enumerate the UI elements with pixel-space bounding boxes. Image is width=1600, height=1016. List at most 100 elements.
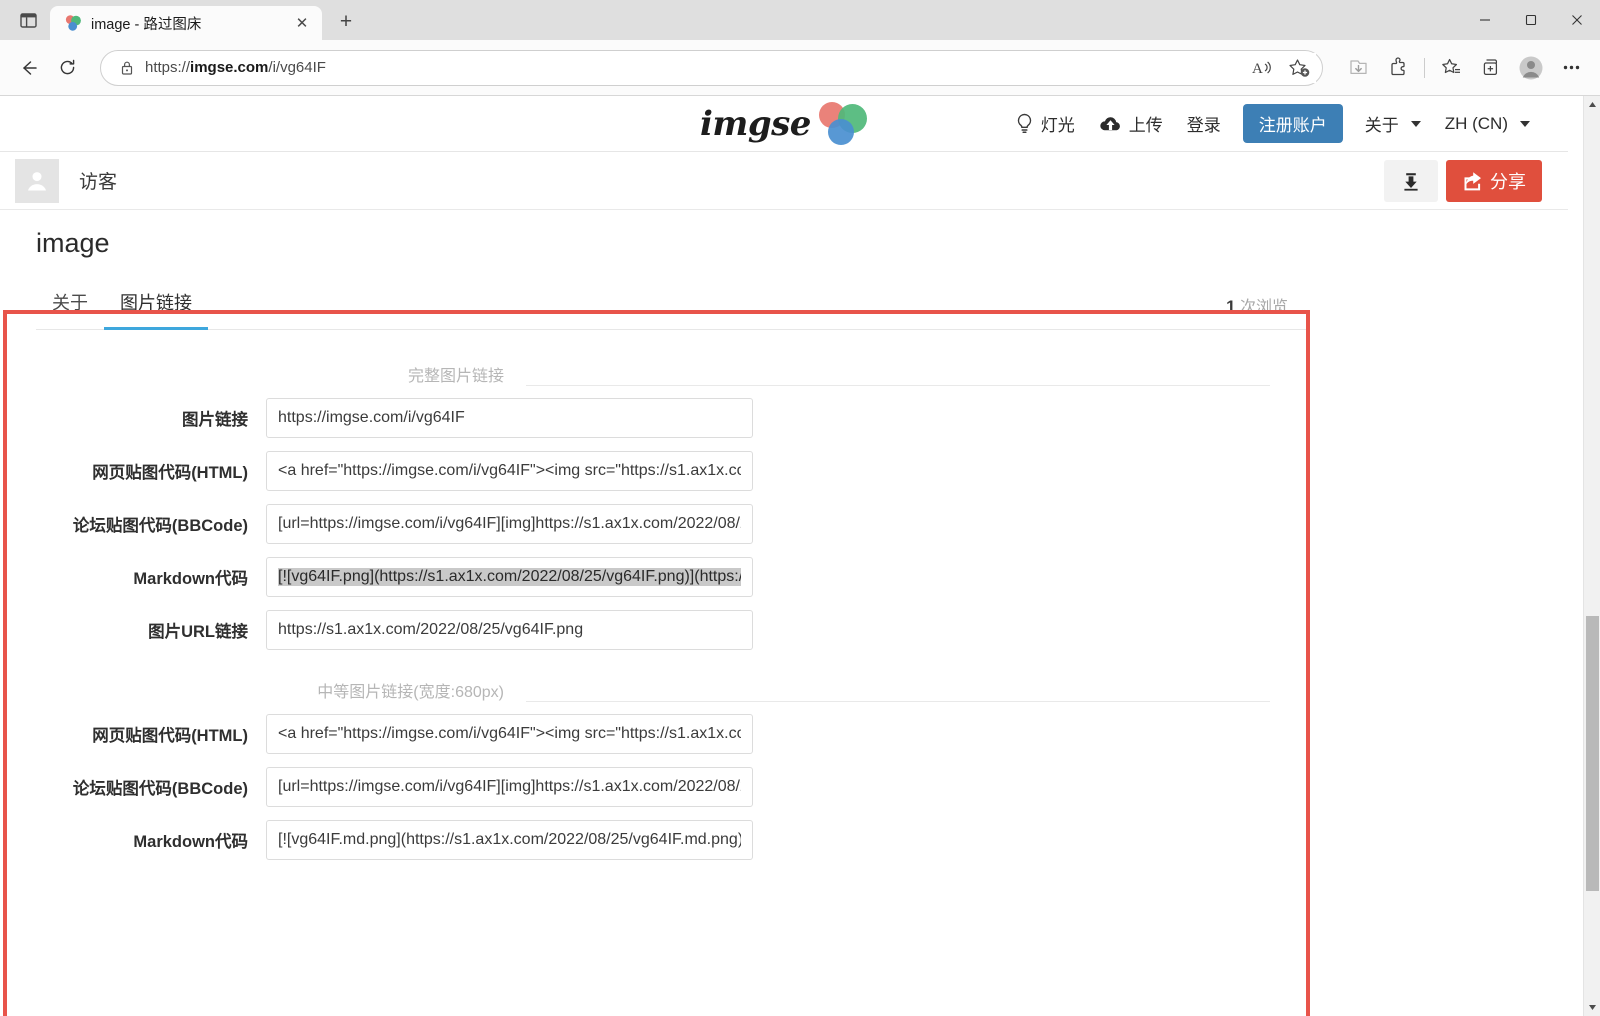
lightbulb-icon <box>1015 113 1034 134</box>
section-title-full: 完整图片链接 <box>36 362 526 392</box>
field-value: <a href="https://imgse.com/i/vg64IF"><im… <box>278 462 741 480</box>
nav-item-upload[interactable]: 上传 <box>1087 106 1175 142</box>
scroll-down-icon[interactable] <box>1584 999 1600 1016</box>
nav-label-login: 登录 <box>1187 111 1221 136</box>
nav-item-login[interactable]: 登录 <box>1175 106 1233 142</box>
section-header-full: 完整图片链接 <box>18 362 1288 392</box>
download-button[interactable] <box>1384 160 1438 202</box>
view-count: 1 次浏览 <box>1226 293 1288 329</box>
field-input-html[interactable]: <a href="https://imgse.com/i/vg64IF"><im… <box>266 451 753 491</box>
nav-item-lights[interactable]: 灯光 <box>1003 106 1087 142</box>
minimize-icon[interactable] <box>1462 0 1508 40</box>
section-divider <box>526 385 1270 386</box>
reload-icon[interactable] <box>48 49 86 87</box>
detail-tabs: 关于 图片链接 1 次浏览 <box>36 281 1306 330</box>
field-value: https://s1.ax1x.com/2022/08/25/vg64IF.pn… <box>278 621 583 639</box>
image-detail-panel: image 关于 图片链接 1 次浏览 完整图片链接 图片链接 <box>0 210 1568 860</box>
lock-icon <box>117 60 137 76</box>
nav-item-language[interactable]: ZH (CN) <box>1433 106 1542 142</box>
site-header: imgse 灯光 <box>0 96 1568 152</box>
new-tab-button[interactable]: + <box>330 6 362 38</box>
browser-toolbar: https://imgse.com/i/vg64IF A <box>0 40 1600 96</box>
url-path: /i/vg64IF <box>268 59 326 76</box>
field-label: Markdown代码 <box>36 828 266 852</box>
field-label: 论坛贴图代码(BBCode) <box>36 775 266 799</box>
field-input-md-bbcode[interactable]: [url=https://imgse.com/i/vg64IF][img]htt… <box>266 767 753 807</box>
field-input-md-html[interactable]: <a href="https://imgse.com/i/vg64IF"><im… <box>266 714 753 754</box>
logo-text: imgse <box>700 104 811 144</box>
omnibox-actions: A <box>1246 53 1316 83</box>
content-inner: image 关于 图片链接 1 次浏览 完整图片链接 图片链接 <box>0 210 1306 860</box>
form-row: 网页贴图代码(HTML) <a href="https://imgse.com/… <box>18 451 1288 491</box>
nav-item-about[interactable]: 关于 <box>1353 106 1433 142</box>
form-row: Markdown代码 [![vg64IF.md.png](https://s1.… <box>18 820 1288 860</box>
read-aloud-icon[interactable]: A <box>1246 53 1280 83</box>
url-host: imgse.com <box>190 59 268 76</box>
scroll-up-icon[interactable] <box>1584 96 1600 113</box>
field-value: [![vg64IF.png](https://s1.ax1x.com/2022/… <box>278 568 741 586</box>
field-value: [url=https://imgse.com/i/vg64IF][img]htt… <box>278 778 741 796</box>
view-count-number: 1 <box>1226 297 1235 316</box>
form-row: 论坛贴图代码(BBCode) [url=https://imgse.com/i/… <box>18 767 1288 807</box>
guest-bar: 访客 分享 <box>0 152 1568 210</box>
field-input-markdown[interactable]: [![vg64IF.png](https://s1.ax1x.com/2022/… <box>266 557 753 597</box>
nav-label-lights: 灯光 <box>1041 111 1075 136</box>
section-divider <box>526 701 1270 702</box>
site-nav: 灯光 上传 登录 注册账户 关于 <box>1003 104 1542 143</box>
form-row: 图片URL链接 https://s1.ax1x.com/2022/08/25/v… <box>18 610 1288 650</box>
download-icon <box>1400 170 1422 192</box>
field-input-bbcode[interactable]: [url=https://imgse.com/i/vg64IF][img]htt… <box>266 504 753 544</box>
section-title-medium: 中等图片链接(宽度:680px) <box>36 678 526 708</box>
view-count-label: 次浏览 <box>1240 299 1288 316</box>
collections-icon[interactable] <box>1472 49 1510 87</box>
extensions-icon[interactable] <box>1379 49 1417 87</box>
favorites-icon[interactable] <box>1432 49 1470 87</box>
close-icon[interactable] <box>1554 0 1600 40</box>
share-button[interactable]: 分享 <box>1446 160 1542 202</box>
maximize-icon[interactable] <box>1508 0 1554 40</box>
window-controls <box>1462 0 1600 40</box>
cloud-upload-icon <box>1099 115 1122 133</box>
close-icon[interactable]: ✕ <box>290 11 314 35</box>
svg-text:A: A <box>1252 61 1263 77</box>
browser-tab[interactable]: image - 路过图床 ✕ <box>50 6 322 40</box>
add-favorite-icon[interactable] <box>1282 53 1316 83</box>
field-input-image-url[interactable]: https://s1.ax1x.com/2022/08/25/vg64IF.pn… <box>266 610 753 650</box>
field-input-image-link[interactable]: https://imgse.com/i/vg64IF <box>266 398 753 438</box>
nav-label-about: 关于 <box>1365 111 1399 136</box>
page-content: imgse 灯光 <box>0 96 1600 1016</box>
register-button[interactable]: 注册账户 <box>1243 104 1343 143</box>
tab-image-links[interactable]: 图片链接 <box>104 281 208 330</box>
field-input-md-markdown[interactable]: [![vg64IF.md.png](https://s1.ax1x.com/20… <box>266 820 753 860</box>
form-row: Markdown代码 [![vg64IF.png](https://s1.ax1… <box>18 557 1288 597</box>
back-arrow-icon[interactable] <box>10 49 48 87</box>
nav-label-language: ZH (CN) <box>1445 114 1508 134</box>
address-bar-url: https://imgse.com/i/vg64IF <box>137 59 1246 76</box>
page-title: image <box>18 210 1288 259</box>
site-logo[interactable]: imgse <box>700 102 875 146</box>
url-prefix: https:// <box>145 59 190 76</box>
field-value: <a href="https://imgse.com/i/vg64IF"><im… <box>278 725 741 743</box>
downloads-icon[interactable] <box>1339 49 1377 87</box>
chevron-down-icon <box>1411 121 1421 127</box>
field-label: 网页贴图代码(HTML) <box>36 459 266 483</box>
address-bar[interactable]: https://imgse.com/i/vg64IF A <box>100 50 1323 86</box>
guest-name: 访客 <box>79 167 117 194</box>
profile-icon[interactable] <box>1512 49 1550 87</box>
tab-about[interactable]: 关于 <box>36 281 104 330</box>
settings-more-icon[interactable] <box>1552 49 1590 87</box>
vertical-scrollbar[interactable] <box>1583 96 1600 1016</box>
form-row: 网页贴图代码(HTML) <a href="https://imgse.com/… <box>18 714 1288 754</box>
field-label: 网页贴图代码(HTML) <box>36 722 266 746</box>
tab-list-icon[interactable] <box>6 3 50 37</box>
form-row: 图片链接 https://imgse.com/i/vg64IF <box>18 398 1288 438</box>
scrollbar-thumb[interactable] <box>1586 616 1599 891</box>
logo-balls-icon <box>817 102 875 146</box>
nav-label-upload: 上传 <box>1129 111 1163 136</box>
tab-title: image - 路过图床 <box>91 13 281 34</box>
field-value: [![vg64IF.md.png](https://s1.ax1x.com/20… <box>278 831 741 849</box>
browser-toolbar-icons <box>1333 49 1590 87</box>
field-value: https://imgse.com/i/vg64IF <box>278 409 465 427</box>
avatar <box>15 159 59 203</box>
form-row: 论坛贴图代码(BBCode) [url=https://imgse.com/i/… <box>18 504 1288 544</box>
